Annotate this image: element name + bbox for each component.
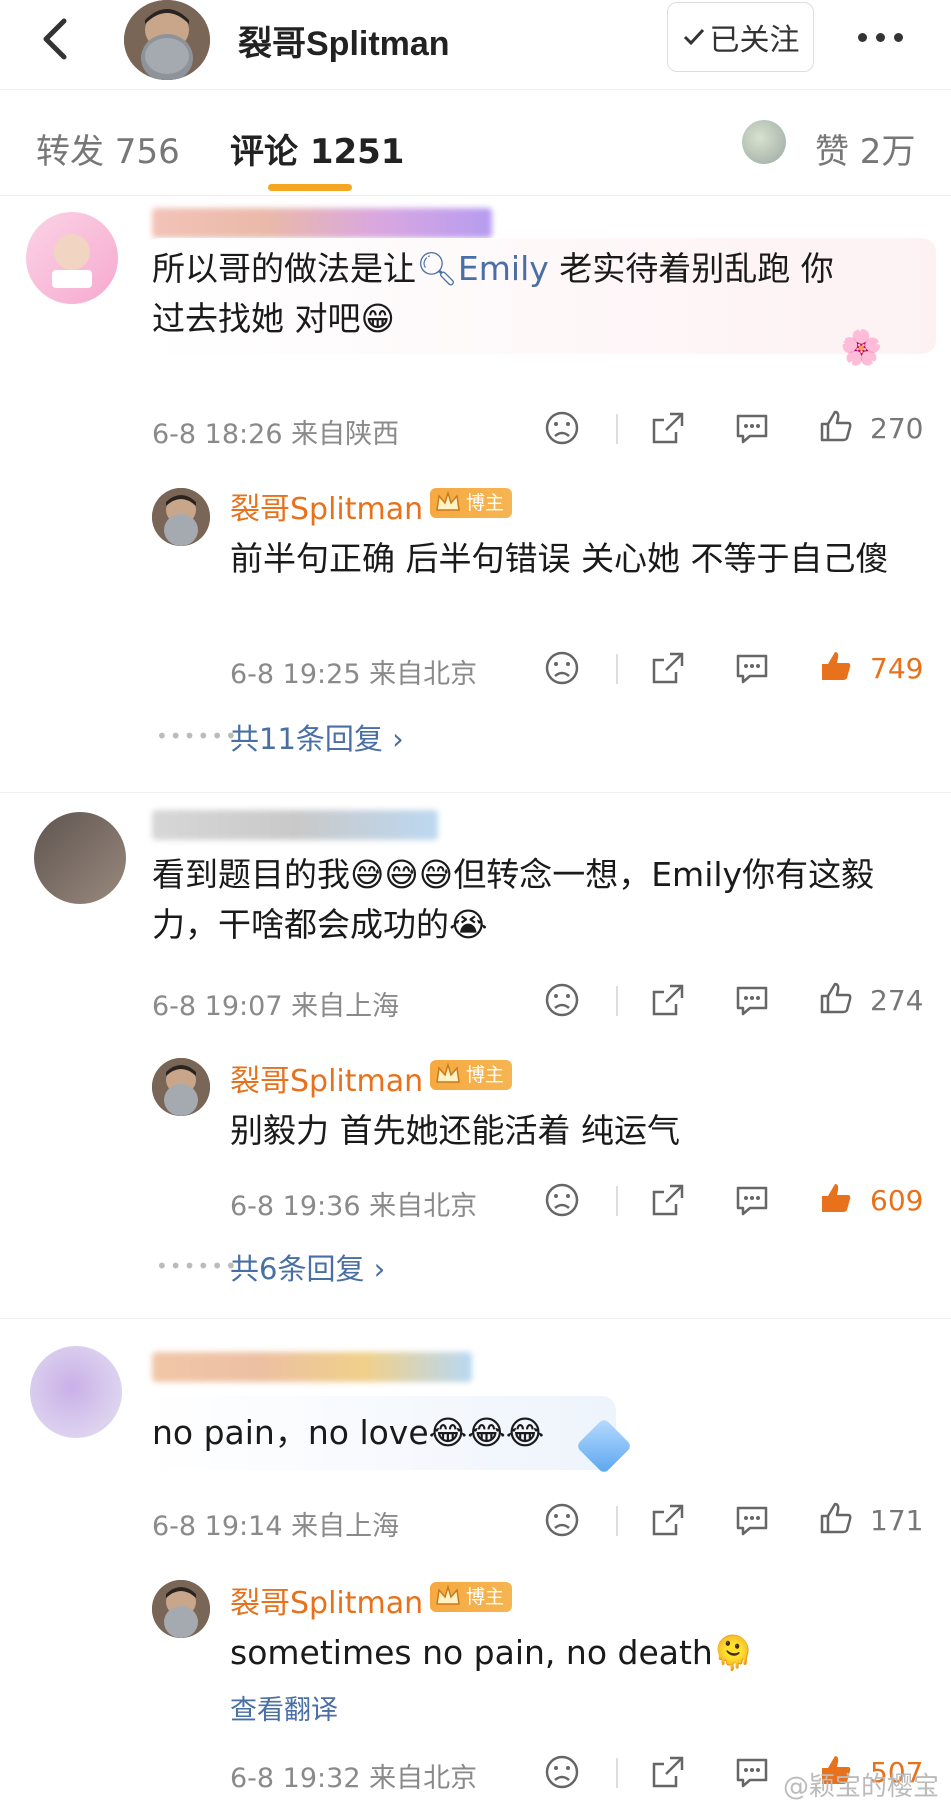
thumbs-up-icon[interactable] xyxy=(816,1178,856,1218)
divider xyxy=(0,1318,951,1319)
share-icon[interactable] xyxy=(648,648,688,688)
comment-text: no pain，no love😂😂😂 xyxy=(152,1413,545,1452)
tab-bar: 转发 756 评论 1251 赞 2万 xyxy=(0,92,951,196)
frown-face-icon[interactable] xyxy=(542,1180,582,1220)
reply-meta: 6-8 19:36 来自北京 xyxy=(230,1191,478,1222)
watermark: @颖宝的樱宝 xyxy=(782,1772,939,1802)
profile-avatar[interactable] xyxy=(124,0,210,80)
comment-text: 看到题目的我😅😅😅但转念一想，Emily你有这毅力，干啥都会成功的😭 xyxy=(152,855,875,944)
blurred-username xyxy=(152,810,438,840)
check-icon xyxy=(683,28,704,46)
share-icon[interactable] xyxy=(648,980,688,1020)
reply-meta: 6-8 19:25 来自北京 xyxy=(230,659,478,690)
reply-author-name[interactable]: 裂哥Splitman xyxy=(230,1578,423,1622)
like-count: 274 xyxy=(870,984,924,1017)
tab-repost[interactable]: 转发 756 xyxy=(36,124,180,173)
chevron-left-icon xyxy=(43,18,67,60)
like-count: 270 xyxy=(870,412,924,445)
comment-bubble-icon[interactable] xyxy=(732,408,772,448)
follow-button[interactable]: 已关注 xyxy=(667,2,814,72)
divider xyxy=(616,414,618,444)
reply-author-avatar[interactable] xyxy=(152,488,210,546)
commenter-avatar[interactable] xyxy=(30,1346,122,1438)
share-icon[interactable] xyxy=(648,1500,688,1540)
divider xyxy=(616,1506,618,1536)
thumbs-up-icon[interactable] xyxy=(816,978,856,1018)
profile-name[interactable]: 裂哥Splitman xyxy=(238,16,450,65)
follow-label: 已关注 xyxy=(709,23,800,58)
reply-text: 别毅力 首先她还能活着 纯运气 xyxy=(230,1111,680,1150)
blogger-badge: 博主 xyxy=(430,488,513,518)
thumbs-up-icon[interactable] xyxy=(816,406,856,446)
view-translation-link[interactable]: 查看翻译 xyxy=(230,1688,338,1727)
ellipsis-icon[interactable] xyxy=(845,20,915,54)
like-count: 749 xyxy=(870,652,924,685)
divider xyxy=(616,1186,618,1216)
tab-indicator xyxy=(268,184,352,191)
reply-text: 前半句正确 后半句错误 关心她 不等于自己傻 xyxy=(230,539,889,578)
blurred-username xyxy=(152,1352,472,1382)
reply-text: sometimes no pain, no death🫠 xyxy=(230,1633,754,1672)
view-more-replies[interactable]: 共11条回复 › xyxy=(230,716,404,758)
frown-face-icon[interactable] xyxy=(542,1752,582,1792)
comment-meta: 6-8 18:26 来自陕西 xyxy=(152,419,400,450)
thumbs-up-icon[interactable] xyxy=(816,1498,856,1538)
tab-likes[interactable]: 赞 2万 xyxy=(815,124,915,173)
comment-bubble-icon[interactable] xyxy=(732,1180,772,1220)
back-button[interactable] xyxy=(30,14,80,64)
comment-bubble-icon[interactable] xyxy=(732,980,772,1020)
liker-avatar xyxy=(742,120,786,164)
commenter-avatar[interactable] xyxy=(26,212,118,304)
reply-author-avatar[interactable] xyxy=(152,1580,210,1638)
reply-author-name[interactable]: 裂哥Splitman xyxy=(230,484,423,528)
divider xyxy=(616,654,618,684)
blogger-badge: 博主 xyxy=(430,1582,513,1612)
flower-sticker: 🌸 xyxy=(840,328,883,368)
comment-meta: 6-8 19:14 来自上海 xyxy=(152,1511,400,1542)
reply-meta: 6-8 19:32 来自北京 xyxy=(230,1763,478,1794)
share-icon[interactable] xyxy=(648,1180,688,1220)
reply-dots: •••••• xyxy=(156,724,239,748)
reply-author-name[interactable]: 裂哥Splitman xyxy=(230,1056,423,1100)
top-bar: 裂哥Splitman 已关注 xyxy=(0,0,951,90)
comment-bubble-icon[interactable] xyxy=(732,1752,772,1792)
tab-comment[interactable]: 评论 1251 xyxy=(230,124,404,173)
comment-text: 所以哥的做法是让🔍︎Emily 老实待着别乱跑 你过去找她 对吧😁 xyxy=(152,249,834,338)
comment-bubble-icon[interactable] xyxy=(732,648,772,688)
share-icon[interactable] xyxy=(648,408,688,448)
like-count: 609 xyxy=(870,1184,924,1217)
share-icon[interactable] xyxy=(648,1752,688,1792)
crown-icon xyxy=(436,490,460,511)
thumbs-up-icon[interactable] xyxy=(816,646,856,686)
frown-face-icon[interactable] xyxy=(542,1500,582,1540)
comment-bubble-icon[interactable] xyxy=(732,1500,772,1540)
frown-face-icon[interactable] xyxy=(542,408,582,448)
comment-meta: 6-8 19:07 来自上海 xyxy=(152,991,400,1022)
commenter-avatar[interactable] xyxy=(34,812,126,904)
frown-face-icon[interactable] xyxy=(542,648,582,688)
divider xyxy=(0,792,951,793)
crown-icon xyxy=(436,1584,460,1605)
view-more-replies[interactable]: 共6条回复 › xyxy=(230,1246,385,1288)
blogger-badge: 博主 xyxy=(430,1060,513,1090)
reply-dots: •••••• xyxy=(156,1254,239,1278)
divider xyxy=(616,986,618,1016)
blurred-username xyxy=(152,208,492,238)
crown-icon xyxy=(436,1062,460,1083)
like-count: 171 xyxy=(870,1504,924,1537)
divider xyxy=(616,1758,618,1788)
frown-face-icon[interactable] xyxy=(542,980,582,1020)
reply-author-avatar[interactable] xyxy=(152,1058,210,1116)
